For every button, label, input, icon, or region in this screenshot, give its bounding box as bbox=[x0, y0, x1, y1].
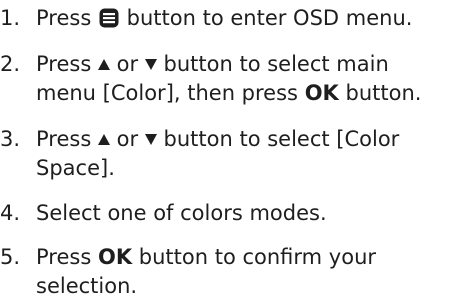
up-triangle-icon bbox=[97, 59, 110, 70]
step-line: selection. bbox=[36, 272, 456, 301]
ok-label: OK bbox=[97, 245, 133, 269]
press-word: Press bbox=[36, 245, 92, 269]
step-text: Press or button to select [Color Space]. bbox=[36, 125, 456, 183]
down-triangle-icon bbox=[144, 134, 157, 145]
step-description: button to enter OSD menu. bbox=[126, 6, 413, 30]
step-number: 3. bbox=[0, 127, 21, 151]
or-word: or bbox=[116, 127, 139, 151]
step-number: 5. bbox=[0, 245, 21, 269]
press-word: Press bbox=[36, 52, 92, 76]
or-word: or bbox=[116, 52, 139, 76]
step-line: Select one of colors modes. bbox=[36, 199, 456, 228]
step-description: Space]. bbox=[36, 156, 115, 180]
step-description: button to select [Color bbox=[163, 127, 400, 151]
step-text: Press or button to select main menu [Col… bbox=[36, 50, 456, 108]
step-description: button to select main bbox=[163, 52, 389, 76]
up-triangle-icon bbox=[97, 134, 110, 145]
step-number: 2. bbox=[0, 52, 21, 76]
step-line: Press or button to select [Color bbox=[36, 125, 456, 154]
menu-icon bbox=[98, 7, 120, 29]
step-line: Press OK button to confirm your bbox=[36, 243, 456, 272]
step-line: menu [Color], then press OK button. bbox=[36, 79, 456, 108]
step-line: Press or button to select main bbox=[36, 50, 456, 79]
step-description: Select one of colors modes. bbox=[36, 201, 327, 225]
step-description: menu [Color], then press bbox=[36, 81, 298, 105]
press-word: Press bbox=[36, 127, 92, 151]
step-description: button. bbox=[345, 81, 422, 105]
step-description: selection. bbox=[36, 274, 138, 298]
step-number: 4. bbox=[0, 201, 21, 225]
step-number: 1. bbox=[0, 6, 21, 30]
step-text: Select one of colors modes. bbox=[36, 199, 456, 228]
ok-label: OK bbox=[304, 81, 339, 105]
step-text: Press button to enter OSD menu. bbox=[36, 4, 456, 33]
step-description: button to confirm your bbox=[138, 245, 377, 269]
down-triangle-icon bbox=[144, 59, 157, 70]
press-word: Press bbox=[36, 6, 92, 30]
step-text: Press OK button to confirm your selectio… bbox=[36, 243, 456, 301]
step-line: Space]. bbox=[36, 154, 456, 183]
step-line: Press button to enter OSD menu. bbox=[36, 4, 456, 33]
